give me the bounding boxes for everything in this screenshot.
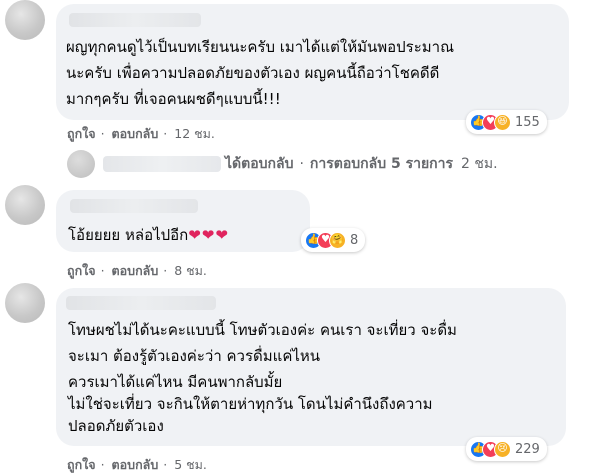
comment-actions: ถูกใจ · ตอบกลับ · 8 ชม. xyxy=(67,261,210,281)
comment-line: จะเมา ต้องรู้ตัวเองค่ะว่า ควรดื่มแค่ไหน xyxy=(68,347,321,365)
comment-line: โทษผชไม่ได้นะคะแบบนี้ โทษตัวเองค่ะ คนเรา… xyxy=(68,321,457,339)
commenter-avatar[interactable] xyxy=(5,283,45,323)
commenter-name-blurred[interactable] xyxy=(69,13,201,27)
reply-link[interactable]: ตอบกลับ xyxy=(112,263,159,278)
heart-emoji: ❤❤❤ xyxy=(188,226,229,244)
comment-bubble: โทษผชไม่ได้นะคะแบบนี้ โทษตัวเองค่ะ คนเรา… xyxy=(56,288,566,446)
comment-line: ผญทุกคนดูไว้เป็นบทเรียนนะครับ เมาได้แต่ใ… xyxy=(66,38,455,56)
reaction-count: 155 xyxy=(515,114,540,130)
reply-link[interactable]: ตอบกลับ xyxy=(112,457,159,472)
like-link[interactable]: ถูกใจ xyxy=(67,263,96,278)
comment-bubble: ผญทุกคนดูไว้เป็นบทเรียนนะครับ เมาได้แต่ใ… xyxy=(56,4,569,120)
care-icon: 🤗 xyxy=(329,231,346,249)
commenter-avatar[interactable] xyxy=(5,185,45,225)
replier-avatar xyxy=(67,150,95,178)
separator: · xyxy=(100,263,105,278)
commenter-avatar[interactable] xyxy=(5,0,45,40)
reaction-summary[interactable]: 👍 ♥ 😆 155 xyxy=(466,110,547,134)
commenter-name-blurred[interactable] xyxy=(70,199,198,213)
comment-line: โอ้ยยยย หล่อไปอีก❤❤❤ xyxy=(68,223,229,249)
reaction-summary[interactable]: 👍 ♥ 😢 229 xyxy=(466,437,547,461)
reaction-count: 8 xyxy=(350,232,359,248)
comment-actions: ถูกใจ · ตอบกลับ · 12 ชม. xyxy=(67,124,218,144)
separator: · xyxy=(100,457,105,472)
separator: · xyxy=(163,126,168,141)
replied-label[interactable]: ได้ตอบกลับ xyxy=(225,153,293,175)
like-link[interactable]: ถูกใจ xyxy=(67,126,96,141)
separator: · xyxy=(100,126,105,141)
separator: · xyxy=(163,263,168,278)
timestamp[interactable]: 8 ชม. xyxy=(174,263,207,278)
separator: · xyxy=(299,156,304,172)
sad-icon: 😢 xyxy=(494,440,511,458)
reaction-summary[interactable]: 👍 ♥ 🤗 8 xyxy=(301,228,366,252)
replies-count-label[interactable]: การตอบกลับ 5 รายการ xyxy=(310,153,453,175)
replier-name-blurred xyxy=(103,156,221,172)
comment-line: นะครับ เพื่อความปลอดภัยของตัวเอง ผญคนนี้… xyxy=(66,64,440,82)
comment-bubble: โอ้ยยยย หล่อไปอีก❤❤❤ xyxy=(56,190,310,252)
reply-timestamp: 2 ชม. xyxy=(461,156,498,172)
view-replies-row[interactable]: ได้ตอบกลับ · การตอบกลับ 5 รายการ 2 ชม. xyxy=(67,150,498,178)
comment-line: มากๆครับ ที่เจอคนผชดีๆแบบนี้!!! xyxy=(66,90,281,108)
like-link[interactable]: ถูกใจ xyxy=(67,457,96,472)
timestamp[interactable]: 5 ชม. xyxy=(174,457,207,472)
separator: · xyxy=(163,457,168,472)
reply-link[interactable]: ตอบกลับ xyxy=(112,126,159,141)
timestamp[interactable]: 12 ชม. xyxy=(174,126,215,141)
haha-icon: 😆 xyxy=(494,113,511,131)
comment-actions: ถูกใจ · ตอบกลับ · 5 ชม. xyxy=(67,455,210,475)
comment-line: ปลอดภัยตัวเอง xyxy=(68,417,164,435)
comment-text: โอ้ยยยย หล่อไปอีก xyxy=(68,226,189,244)
commenter-name-blurred[interactable] xyxy=(66,296,216,310)
reaction-count: 229 xyxy=(515,441,540,457)
